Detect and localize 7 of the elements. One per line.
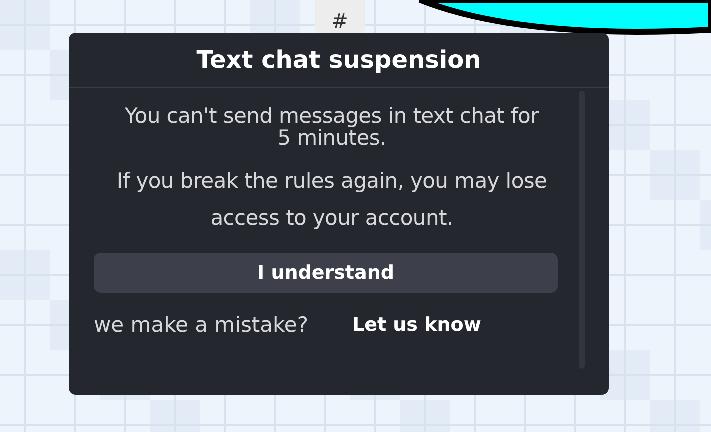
footer-text: we make a mistake?: [94, 313, 308, 337]
dialog-title: Text chat suspension: [69, 33, 609, 88]
message-text: You can't send messages in text chat for 5 minutes.: [124, 105, 540, 149]
message-text: If you break the rules again, you may lose access to your account.: [116, 168, 548, 232]
let-us-know-link[interactable]: Let us know: [352, 314, 482, 336]
channel-tab[interactable]: #: [315, 0, 365, 34]
understand-button[interactable]: I understand: [94, 253, 558, 293]
